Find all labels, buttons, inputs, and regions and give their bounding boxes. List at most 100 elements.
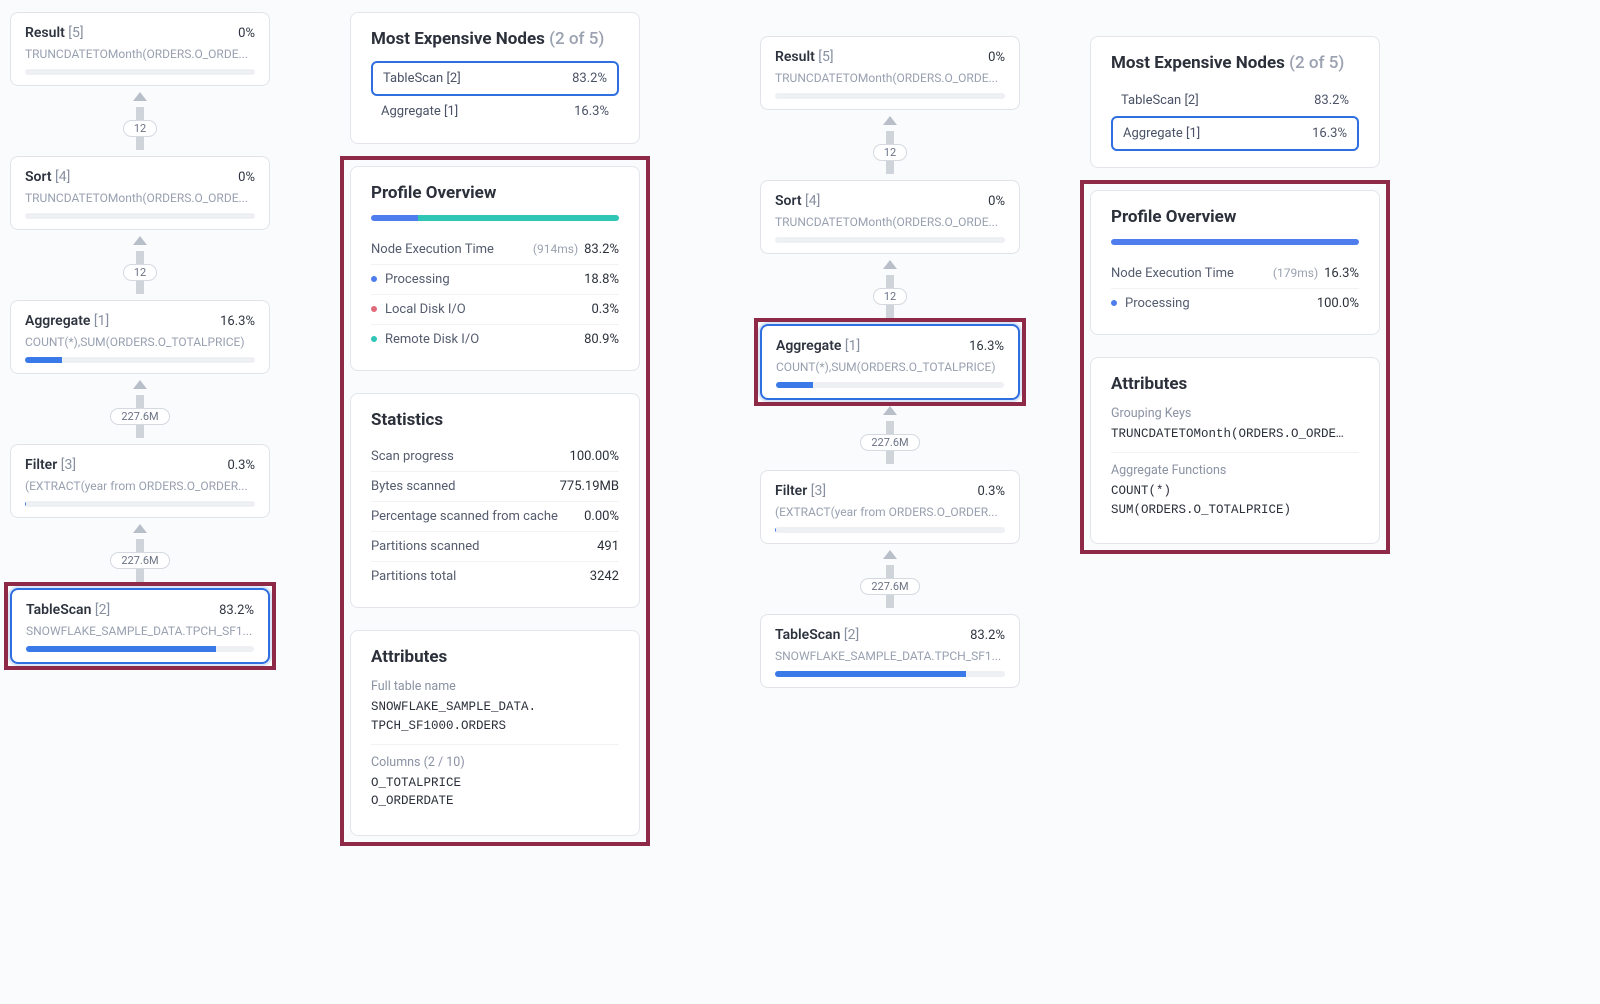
edge-rowcount: 227.6M: [110, 408, 169, 425]
edge-rowcount: 12: [123, 264, 157, 281]
edge: 227.6M: [10, 518, 270, 588]
profile-overview-bar: [1111, 239, 1359, 245]
statistic-row: Partitions total3242: [371, 562, 619, 591]
node-title: Result [5]: [25, 25, 84, 41]
node-cost-bar: [26, 646, 254, 652]
details-right: Most Expensive Nodes (2 of 5) TableScan […: [1090, 0, 1380, 566]
node-cost-bar: [25, 357, 255, 363]
edge-rowcount: 12: [873, 288, 907, 305]
node-percent: 0%: [238, 26, 255, 41]
panel-title: Attributes: [371, 647, 619, 667]
attribute-label: Grouping Keys: [1111, 406, 1359, 421]
profile-breakdown-row: Local Disk I/O0.3%: [371, 295, 619, 325]
attribute-value: TRUNCDATETOMonth(ORDERS.O_ORDE…: [1111, 425, 1359, 453]
node-subtitle: (EXTRACT(year from ORDERS.O_ORDER...: [775, 505, 1005, 519]
expensive-node-pct: 16.3%: [1312, 126, 1347, 141]
node-subtitle: COUNT(*),SUM(ORDERS.O_TOTALPRICE): [25, 335, 255, 349]
arrow-icon: [883, 260, 897, 269]
node-percent: 83.2%: [970, 628, 1005, 643]
node-title: Sort [4]: [775, 193, 820, 209]
right-node-filter[interactable]: Filter [3]0.3%(EXTRACT(year from ORDERS.…: [760, 470, 1020, 544]
edge-rowcount: 12: [123, 120, 157, 137]
panel-title: Statistics: [371, 410, 619, 430]
node-cost-bar: [775, 671, 1005, 677]
right-node-aggregate[interactable]: Aggregate [1] 16.3% COUNT(*),SUM(ORDERS.O_…: [760, 324, 1020, 400]
panel-title: Profile Overview: [1111, 207, 1359, 227]
arrow-icon: [133, 92, 147, 101]
right-node-result[interactable]: Result [5] 0% TRUNCDATETOMonth(ORDERS.O_OR…: [760, 36, 1020, 110]
node-cost-bar: [775, 237, 1005, 243]
node-subtitle: TRUNCDATETOMonth(ORDERS.O_ORDE...: [775, 215, 1005, 229]
expensive-node-row[interactable]: TableScan [2]83.2%: [1111, 85, 1359, 116]
edge: 12: [760, 110, 1020, 180]
attribute-label: Full table name: [371, 679, 619, 694]
expensive-node-row[interactable]: TableScan [2]83.2%: [371, 61, 619, 96]
node-cost-bar: [25, 213, 255, 219]
node-title: Aggregate [1]: [776, 338, 860, 354]
node-cost-bar: [25, 69, 255, 75]
expensive-node-pct: 16.3%: [574, 104, 609, 119]
edge: 227.6M: [10, 374, 270, 444]
profile-overview-panel: Profile OverviewNode Execution Time(914m…: [350, 166, 640, 371]
node-percent: 0%: [988, 50, 1005, 65]
profile-breakdown-row: Remote Disk I/O80.9%: [371, 325, 619, 354]
node-title: Aggregate [1]: [25, 313, 109, 329]
node-percent: 16.3%: [969, 339, 1004, 354]
node-subtitle: SNOWFLAKE_SAMPLE_DATA.TPCH_SF1...: [26, 624, 254, 638]
node-cost-bar: [775, 93, 1005, 99]
node-title: TableScan [2]: [26, 602, 110, 618]
edge: 12: [760, 254, 1020, 324]
node-cost-bar: [775, 527, 1005, 533]
node-execution-time-row: Node Execution Time(179ms)16.3%: [1111, 259, 1359, 289]
panel-title: Most Expensive Nodes (2 of 5): [1111, 53, 1359, 73]
node-title: Sort [4]: [25, 169, 70, 185]
node-percent: 0%: [988, 194, 1005, 209]
edge-rowcount: 12: [873, 144, 907, 161]
node-title: TableScan [2]: [775, 627, 859, 643]
most-expensive-nodes-panel: Most Expensive Nodes (2 of 5) TableScan […: [1090, 36, 1380, 168]
details-left: Most Expensive Nodes (2 of 5)TableScan […: [350, 0, 640, 858]
expensive-node-label: TableScan [2]: [383, 71, 461, 86]
edge-rowcount: 227.6M: [860, 434, 919, 451]
edge: 12: [10, 230, 270, 300]
arrow-icon: [133, 236, 147, 245]
left-node-result[interactable]: Result [5] 0% TRUNCDATETOMonth(ORDERS.O_OR…: [10, 12, 270, 86]
attribute-label: Columns (2 / 10): [371, 755, 619, 770]
node-subtitle: TRUNCDATETOMonth(ORDERS.O_ORDE...: [25, 47, 255, 61]
edge-rowcount: 227.6M: [110, 552, 169, 569]
profile-overview-bar: [371, 215, 619, 221]
right-node-sort[interactable]: Sort [4] 0% TRUNCDATETOMonth(ORDERS.O_ORDE…: [760, 180, 1020, 254]
node-title: Result [5]: [775, 49, 834, 65]
node-percent: 0.3%: [977, 484, 1005, 499]
arrow-icon: [133, 380, 147, 389]
attribute-label: Aggregate Functions: [1111, 463, 1359, 478]
arrow-icon: [883, 406, 897, 415]
profile-breakdown-row: Processing18.8%: [371, 265, 619, 295]
node-subtitle: TRUNCDATETOMonth(ORDERS.O_ORDE...: [775, 71, 1005, 85]
attributes-panel: AttributesFull table nameSNOWFLAKE_SAMPL…: [350, 630, 640, 836]
node-cost-bar: [25, 501, 255, 507]
edge: 227.6M: [760, 400, 1020, 470]
expensive-node-row[interactable]: Aggregate [1]16.3%: [371, 96, 619, 127]
panel-title: Profile Overview: [371, 183, 619, 203]
left-node-tablescan[interactable]: TableScan [2] 83.2% SNOWFLAKE_SAMPLE_DATA.…: [10, 588, 270, 664]
attributes-panel: AttributesGrouping KeysTRUNCDATETOMonth(…: [1090, 357, 1380, 544]
arrow-icon: [133, 524, 147, 533]
profile-breakdown-row: Processing100.0%: [1111, 289, 1359, 318]
attribute-value: O_TOTALPRICE O_ORDERDATE: [371, 774, 619, 820]
node-title: Filter [3]: [25, 457, 76, 473]
node-subtitle: COUNT(*),SUM(ORDERS.O_TOTALPRICE): [776, 360, 1004, 374]
statistic-row: Scan progress100.00%: [371, 442, 619, 472]
left-node-filter[interactable]: Filter [3]0.3%(EXTRACT(year from ORDERS.…: [10, 444, 270, 518]
expensive-node-row[interactable]: Aggregate [1]16.3%: [1111, 116, 1359, 151]
statistic-row: Percentage scanned from cache0.00%: [371, 502, 619, 532]
arrow-icon: [883, 550, 897, 559]
right-node-tablescan[interactable]: TableScan [2]83.2%SNOWFLAKE_SAMPLE_DATA.…: [760, 614, 1020, 688]
plan-tree-right: Result [5] 0% TRUNCDATETOMonth(ORDERS.O_OR…: [760, 0, 1020, 688]
expensive-node-pct: 83.2%: [1314, 93, 1349, 108]
left-node-aggregate[interactable]: Aggregate [1]16.3%COUNT(*),SUM(ORDERS.O_…: [10, 300, 270, 374]
left-node-sort[interactable]: Sort [4]0%TRUNCDATETOMonth(ORDERS.O_ORDE…: [10, 156, 270, 230]
node-percent: 83.2%: [219, 603, 254, 618]
statistics-panel: StatisticsScan progress100.00%Bytes scan…: [350, 393, 640, 608]
attribute-value: COUNT(*) SUM(ORDERS.O_TOTALPRICE): [1111, 482, 1359, 528]
